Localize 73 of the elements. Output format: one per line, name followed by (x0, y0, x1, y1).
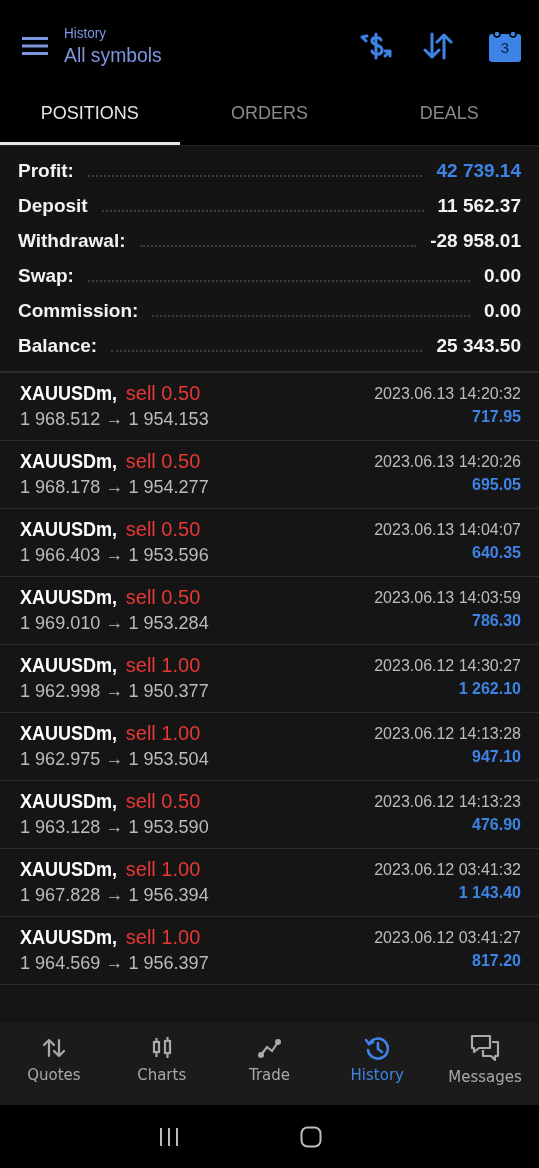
symbol-text: XAUUSDm, (20, 586, 117, 609)
symbol-text: XAUUSDm, (20, 654, 117, 677)
nav-tab[interactable]: History (323, 1022, 432, 1105)
trade-time: 2023.06.12 03:41:27 (374, 929, 521, 947)
trade-profit: 1 143.40 (458, 884, 521, 902)
symbol-text: XAUUSDm, (20, 858, 117, 881)
symbol-text: XAUUSDm, (20, 926, 117, 949)
symbol-filter[interactable]: All symbols (64, 43, 308, 67)
price-range: 1 969.010 → 1 953.284 (20, 612, 209, 634)
summary-label: Balance: (18, 335, 98, 357)
summary-label: Swap: (18, 265, 74, 287)
trade-profit: 640.35 (472, 544, 521, 562)
trade-volume: sell 0.50 (125, 518, 201, 541)
trade-profit: 1 262.10 (458, 680, 521, 698)
trade-volume: sell 0.50 (125, 382, 201, 405)
menu-icon[interactable] (22, 36, 48, 55)
nav-tab[interactable]: Messages (431, 1022, 539, 1105)
trade-profit: 786.30 (472, 612, 521, 630)
nav-tab[interactable]: Quotes (0, 1022, 108, 1105)
symbol-text: XAUUSDm, (20, 518, 117, 541)
symbol-text: XAUUSDm, (20, 450, 117, 473)
trade-volume: sell 1.00 (125, 858, 201, 881)
price-range: 1 962.975 → 1 953.504 (20, 748, 209, 770)
tab[interactable]: DEALS (359, 91, 539, 145)
chat-icon (470, 1033, 501, 1062)
summary-value: 42 739.14 (436, 160, 521, 182)
symbol-text: XAUUSDm, (20, 722, 117, 745)
trade-time: 2023.06.12 14:13:28 (374, 725, 521, 743)
symbol-text: XAUUSDm, (20, 382, 117, 405)
price-range: 1 962.998 → 1 950.377 (20, 680, 209, 702)
price-range: 1 968.512 → 1 954.153 (20, 408, 209, 430)
price-range: 1 967.828 → 1 956.394 (20, 884, 209, 906)
home-icon[interactable] (299, 1125, 322, 1148)
trade-time: 2023.06.12 03:41:32 (374, 861, 521, 879)
summary-value: 11 562.37 (437, 195, 521, 217)
sort-icon[interactable] (423, 31, 453, 60)
price-range: 1 963.128 → 1 953.590 (20, 816, 209, 838)
price-range: 1 966.403 → 1 953.596 (20, 544, 209, 566)
recent-apps-icon[interactable] (157, 1126, 180, 1147)
summary-label: Deposit (18, 195, 88, 217)
trade-profit: 817.20 (472, 952, 521, 970)
summary-value: -28 958.01 (430, 230, 521, 252)
nav-tab[interactable]: Trade (215, 1022, 324, 1105)
trade-profit: 695.05 (472, 476, 521, 494)
trade-volume: sell 0.50 (125, 790, 201, 813)
trade-volume: sell 1.00 (125, 654, 201, 677)
summary-value: 0.00 (484, 300, 521, 322)
symbol-text: XAUUSDm, (20, 790, 117, 813)
trade-profit: 476.90 (472, 816, 521, 834)
nav-tab[interactable]: Charts (107, 1022, 216, 1105)
tab[interactable]: ORDERS (179, 91, 360, 145)
trade-profit: 947.10 (472, 748, 521, 766)
trade-time: 2023.06.13 14:20:26 (374, 453, 521, 471)
trade-volume: sell 0.50 (125, 450, 201, 473)
history-icon (365, 1035, 390, 1060)
trade-profit: 717.95 (472, 408, 521, 426)
summary-label: Withdrawal: (18, 230, 126, 252)
summary-value: 0.00 (484, 265, 521, 287)
currency-exchange-icon[interactable] (359, 30, 393, 61)
trade-time: 2023.06.13 14:04:07 (374, 521, 521, 539)
summary-label: Commission: (18, 300, 139, 322)
trade-time: 2023.06.12 14:13:23 (374, 793, 521, 811)
trade-volume: sell 1.00 (125, 722, 201, 745)
trade-volume: sell 1.00 (125, 926, 201, 949)
price-range: 1 964.569 → 1 956.397 (20, 952, 209, 974)
summary-value: 25 343.50 (436, 335, 521, 357)
price-range: 1 968.178 → 1 954.277 (20, 476, 209, 498)
trade-time: 2023.06.13 14:03:59 (374, 589, 521, 607)
trade-time: 2023.06.12 14:30:27 (374, 657, 521, 675)
summary-label: Profit: (18, 160, 74, 182)
trade-time: 2023.06.13 14:20:32 (374, 385, 521, 403)
screen-subtitle: History (64, 24, 107, 41)
trade-volume: sell 0.50 (125, 586, 201, 609)
